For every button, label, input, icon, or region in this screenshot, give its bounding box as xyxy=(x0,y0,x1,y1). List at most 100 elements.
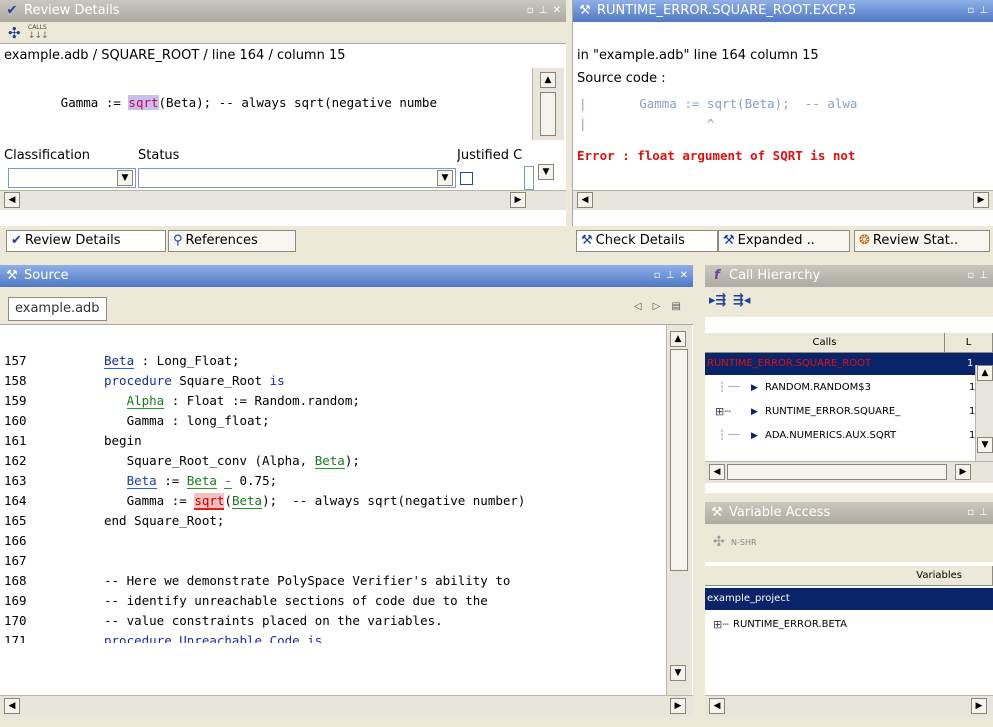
expand-icon[interactable]: ⊞┄ xyxy=(715,401,731,423)
left-tab-row: ✔ Review Details ⚲ References xyxy=(0,229,566,253)
window-controls[interactable]: ▫ ⊥ xyxy=(949,265,993,287)
call-row-selected[interactable]: RUNTIME_ERROR.SQUARE_ROOT 1 xyxy=(705,353,993,375)
chevron-down-icon[interactable]: ▼ xyxy=(437,170,453,186)
code-line: 167 xyxy=(4,553,27,568)
runtime-caret-line: | ^ xyxy=(579,116,715,131)
call-row[interactable]: ┆ ┄┄ ▶ ADA.NUMERICS.AUX.SQRT 1 xyxy=(705,425,993,447)
calls-arrows-icon: ↓↓↓ xyxy=(28,31,49,41)
review-toolbar: ✣ CALLS ↓↓↓ xyxy=(0,22,566,44)
code-line: 168 -- Here we demonstrate PolySpace Veri… xyxy=(4,573,511,588)
scroll-up-button[interactable]: ▲ xyxy=(540,72,556,88)
calls-column-header[interactable]: Calls xyxy=(705,333,945,353)
variable-row[interactable]: ⊞┄ RUNTIME_ERROR.BETA xyxy=(705,614,993,636)
window-controls[interactable]: ▫ ⊥ ✕ xyxy=(522,0,566,22)
variable-access-titlebar[interactable]: ⚒ Variable Access ▫ ⊥ xyxy=(705,502,993,524)
source-panel: ⚒ Source ▫ ⊥ ✕ example.adb ◁ ▷ ▤ 157 Beta … xyxy=(0,265,693,717)
tab-expanded[interactable]: ⚒ Expanded .. xyxy=(718,230,850,252)
checkmark-icon: ✔ xyxy=(6,3,18,18)
status-select[interactable]: ▼ xyxy=(138,168,456,188)
scroll-up-button[interactable]: ▲ xyxy=(670,331,686,347)
source-vscroll[interactable]: ▲ ▼ xyxy=(666,325,692,697)
code-line: 160 Gamma : long_float; xyxy=(4,413,270,428)
sqrt-error-check[interactable]: sqrt xyxy=(194,493,225,510)
window-controls[interactable]: ▫ ⊥ xyxy=(949,0,993,22)
code-line: 169 -- identify unreachable sections of c… xyxy=(4,593,488,608)
review-details-panel: ✔ Review Details ▫ ⊥ ✕ ✣ CALLS ↓↓↓ exampl… xyxy=(0,0,566,226)
scroll-right-button[interactable]: ▶ xyxy=(973,192,989,208)
variable-access-title: Variable Access xyxy=(729,505,831,520)
justified-field[interactable] xyxy=(524,166,534,190)
nshr-label: N-SHR xyxy=(731,538,757,547)
scroll-right-button[interactable]: ▶ xyxy=(955,464,971,480)
scroll-down-button[interactable]: ▼ xyxy=(977,437,993,453)
review-code-vscroll[interactable]: ▲ xyxy=(532,68,564,140)
variable-access-hscroll[interactable]: ◀ ▶ xyxy=(705,695,993,717)
scroll-thumb[interactable] xyxy=(727,464,947,480)
call-arrow-icon: ▶ xyxy=(751,383,758,393)
call-arrow-icon: ▶ xyxy=(751,407,758,417)
runtime-hscroll[interactable]: ◀ ▶ xyxy=(573,190,993,210)
code-line: 171 procedure Unreachable_Code is xyxy=(4,633,323,643)
scroll-down-button[interactable]: ▼ xyxy=(670,665,686,681)
scroll-right-button[interactable]: ▶ xyxy=(670,698,686,714)
variables-column-header[interactable]: Variables xyxy=(705,566,993,586)
review-details-titlebar[interactable]: ✔ Review Details ▫ ⊥ ✕ xyxy=(0,0,566,22)
check-icon: ⚒ xyxy=(711,505,723,520)
justified-checkbox[interactable] xyxy=(460,172,473,185)
tree-line: ┆ ┄┄ xyxy=(719,430,741,441)
l-column-header[interactable]: L xyxy=(945,333,993,353)
call-hierarchy-hscroll[interactable]: ◀ ▶ xyxy=(705,461,993,483)
review-location: example.adb / SQUARE_ROOT / line 164 / c… xyxy=(4,48,346,63)
runtime-error-message: Error : float argument of SQRT is not xyxy=(577,148,856,163)
expand-callers-icon[interactable]: ▸⇶ xyxy=(709,293,726,308)
runtime-title: RUNTIME_ERROR.SQUARE_ROOT.EXCP.5 xyxy=(597,3,857,18)
chevron-down-icon[interactable]: ▼ xyxy=(117,170,133,186)
source-titlebar[interactable]: ⚒ Source ▫ ⊥ ✕ xyxy=(0,265,693,287)
scroll-thumb[interactable] xyxy=(670,349,688,571)
scroll-thumb[interactable] xyxy=(540,92,556,136)
tab-review-statistics[interactable]: ❂ Review Stat.. xyxy=(854,230,990,252)
runtime-code-line: | Gamma := sqrt(Beta); -- alwa xyxy=(579,96,858,111)
tab-nav-icons[interactable]: ◁ ▷ ▤ xyxy=(634,301,685,312)
source-code-area[interactable]: 157 Beta : Long_Float; 158 procedure Squar… xyxy=(0,325,666,695)
call-hierarchy-titlebar[interactable]: f Call Hierarchy ▫ ⊥ xyxy=(705,265,993,287)
expand-callees-icon[interactable]: ⇶◂ xyxy=(733,293,750,308)
code-line: 162 Square_Root_conv (Alpha, Beta); xyxy=(4,453,360,469)
review-code-line: Gamma := sqrt(Beta); -- always sqrt(nega… xyxy=(38,95,437,110)
call-row[interactable]: ⊞┄ ▶ RUNTIME_ERROR.SQUARE_ 1 xyxy=(705,401,993,423)
scroll-left-button[interactable]: ◀ xyxy=(709,464,725,480)
scroll-right-button[interactable]: ▶ xyxy=(971,698,987,714)
scroll-right-button[interactable]: ▶ xyxy=(510,192,526,208)
check-icon: ⚒ xyxy=(6,268,18,283)
variable-row-selected[interactable]: example_project xyxy=(705,588,993,610)
check-details-titlebar[interactable]: ⚒ RUNTIME_ERROR.SQUARE_ROOT.EXCP.5 ▫ ⊥ xyxy=(573,0,993,22)
check-details-panel: ⚒ RUNTIME_ERROR.SQUARE_ROOT.EXCP.5 ▫ ⊥ in… xyxy=(572,0,993,226)
call-row[interactable]: ┆ ┄┄ ▶ RANDOM.RANDOM$3 1 xyxy=(705,377,993,399)
window-controls[interactable]: ▫ ⊥ xyxy=(949,502,993,524)
classification-select[interactable]: ▼ xyxy=(8,168,136,188)
tab-review-details[interactable]: ✔ Review Details xyxy=(6,230,166,252)
tab-example-adb[interactable]: example.adb xyxy=(8,297,107,321)
scroll-left-button[interactable]: ◀ xyxy=(577,192,593,208)
call-graph-icon[interactable]: ✣ xyxy=(8,24,21,42)
window-controls[interactable]: ▫ ⊥ ✕ xyxy=(649,265,693,287)
scroll-left-button[interactable]: ◀ xyxy=(4,698,20,714)
tab-references[interactable]: ⚲ References xyxy=(168,230,296,252)
tab-check-details[interactable]: ⚒ Check Details xyxy=(576,230,718,252)
code-line: 166 xyxy=(4,533,27,548)
code-line: 157 Beta : Long_Float; xyxy=(4,353,240,369)
check-icon: ⚒ xyxy=(723,233,735,248)
call-hierarchy-vscroll[interactable]: ▲ ▼ xyxy=(975,365,993,461)
scroll-left-button[interactable]: ◀ xyxy=(709,698,725,714)
scroll-up-button[interactable]: ▲ xyxy=(977,365,993,381)
source-hscroll[interactable]: ◀ ▶ xyxy=(0,695,693,717)
review-hscroll[interactable]: ◀ ▶ xyxy=(0,190,566,210)
calls-label: CALLS xyxy=(28,24,47,31)
expand-icon[interactable]: ⊞┄ xyxy=(713,614,729,636)
shared-variables-icon[interactable]: ✣ xyxy=(713,534,725,550)
scroll-left-button[interactable]: ◀ xyxy=(4,192,20,208)
call-hierarchy-title: Call Hierarchy xyxy=(729,268,821,283)
sqrt-highlight: sqrt xyxy=(128,95,159,110)
review-scroll-down-button[interactable]: ▼ xyxy=(538,164,554,180)
code-line: 170 -- value constraints placed on the va… xyxy=(4,613,443,628)
